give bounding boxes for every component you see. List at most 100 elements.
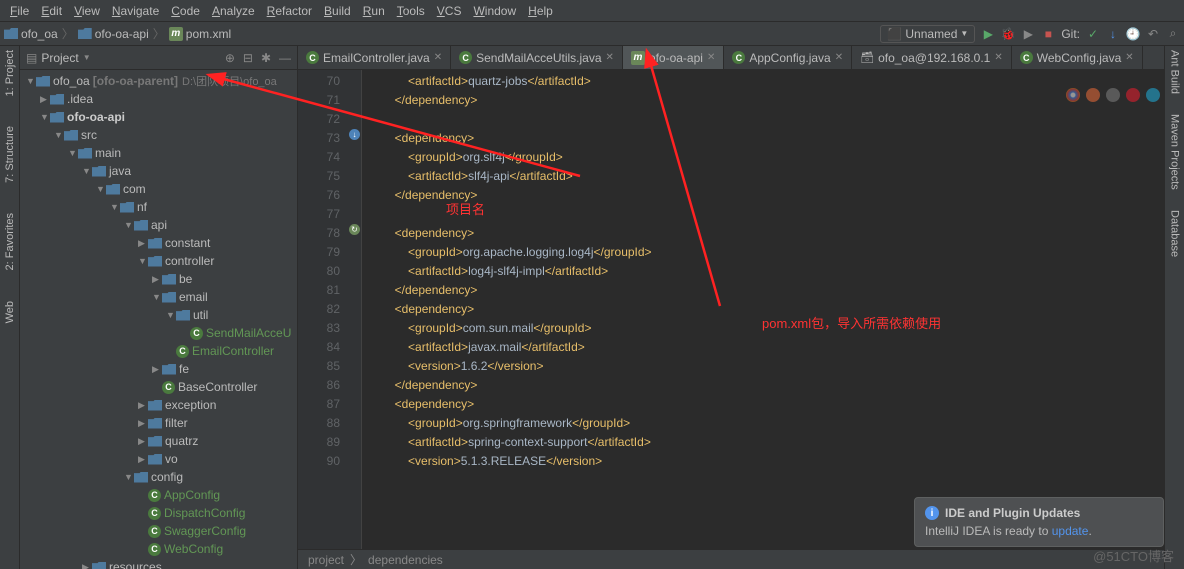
tree-node-basecontroller[interactable]: CBaseController [20,378,297,396]
close-icon[interactable]: ✕ [835,52,843,63]
tab-appconfigjava[interactable]: CAppConfig.java✕ [724,46,852,69]
tree-node-fe[interactable]: ▶fe [20,360,297,378]
tree-node-exception[interactable]: ▶exception [20,396,297,414]
menu-edit[interactable]: Edit [35,4,68,18]
maven-icon: m [169,27,183,41]
debug-icon[interactable]: 🐞 [1001,27,1015,41]
close-icon[interactable]: ✕ [606,52,614,63]
menu-file[interactable]: File [4,4,35,18]
collapse-icon[interactable]: ⊟ [243,51,253,65]
update-link[interactable]: update [1052,524,1089,538]
git-update-icon[interactable]: ↓ [1106,27,1120,41]
tree-node-filter[interactable]: ▶filter [20,414,297,432]
reload-icon[interactable]: ↻ [349,224,360,235]
menu-build[interactable]: Build [318,4,357,18]
menu-vcs[interactable]: VCS [431,4,468,18]
project-tree[interactable]: ▼ofo_oa [ofo-oa-parent]D:\团队项目\ofo_oa▶.i… [20,70,297,569]
tree-node-emailcontroller[interactable]: CEmailController [20,342,297,360]
tree-node-be[interactable]: ▶be [20,270,297,288]
git-revert-icon[interactable]: ↶ [1146,27,1160,41]
code-content[interactable]: <artifactId>quartz-jobs</artifactId> </d… [362,70,1164,549]
tree-node-swaggerconfig[interactable]: CSwaggerConfig [20,522,297,540]
fold-icon[interactable]: ↓ [349,129,360,140]
tool-project[interactable]: 1: Project [4,50,16,96]
tool-mavenprojects[interactable]: Maven Projects [1169,114,1181,190]
git-label: Git: [1061,27,1080,41]
tree-node-email[interactable]: ▼email [20,288,297,306]
code-editor[interactable]: 7071727374757677787980818283848586878889… [298,70,1164,549]
scroll-to-icon[interactable]: ⊕ [225,51,235,65]
tree-node-quatrz[interactable]: ▶quatrz [20,432,297,450]
notification-popup[interactable]: iIDE and Plugin Updates IntelliJ IDEA is… [914,497,1164,547]
tree-node-ofooaapi[interactable]: ▼ofo-oa-api [20,108,297,126]
tree-node-java[interactable]: ▼java [20,162,297,180]
navigation-bar: ofo_oa 〉 ofo-oa-api 〉 mpom.xml ⬛Unnamed▼… [0,22,1184,46]
tool-web[interactable]: Web [4,301,16,323]
nav-root[interactable]: ofo_oa [4,27,58,41]
tree-node-com[interactable]: ▼com [20,180,297,198]
tree-node-resources[interactable]: ▶resources [20,558,297,569]
close-icon[interactable]: ✕ [434,52,442,63]
menu-tools[interactable]: Tools [391,4,431,18]
menu-window[interactable]: Window [467,4,522,18]
menu-run[interactable]: Run [357,4,391,18]
tree-node-idea[interactable]: ▶.idea [20,90,297,108]
tree-node-appconfig[interactable]: CAppConfig [20,486,297,504]
tree-node-webconfig[interactable]: CWebConfig [20,540,297,558]
firefox-icon[interactable] [1086,88,1100,102]
nav-module[interactable]: ofo-oa-api [78,27,149,41]
tree-node-controller[interactable]: ▼controller [20,252,297,270]
tool-structure[interactable]: 7: Structure [4,126,16,183]
tab-sendmailacceutilsjava[interactable]: CSendMailAcceUtils.java✕ [451,46,623,69]
close-icon[interactable]: ✕ [994,52,1002,63]
menu-help[interactable]: Help [522,4,559,18]
tab-emailcontrollerjava[interactable]: CEmailController.java✕ [298,46,451,69]
menu-refactor[interactable]: Refactor [261,4,318,18]
menu-bar: FileEditViewNavigateCodeAnalyzeRefactorB… [0,0,1184,22]
left-tool-stripe: 1: Project 7: Structure 2: Favorites Web [0,46,20,569]
info-icon: i [925,506,939,520]
gear-icon[interactable]: ✱ [261,51,271,65]
tab-ofooa19216801[interactable]: 🗃ofo_oa@192.168.0.1✕ [852,46,1012,69]
tree-node-dispatchconfig[interactable]: CDispatchConfig [20,504,297,522]
tree-node-src[interactable]: ▼src [20,126,297,144]
tree-node-constant[interactable]: ▶constant [20,234,297,252]
hide-icon[interactable]: — [279,51,291,65]
coverage-icon[interactable]: ▶ [1021,27,1035,41]
stop-icon[interactable]: ■ [1041,27,1055,41]
menu-navigate[interactable]: Navigate [106,4,165,18]
run-configuration[interactable]: ⬛Unnamed▼ [880,25,975,43]
chrome-icon[interactable] [1066,88,1080,102]
tree-node-api[interactable]: ▼api [20,216,297,234]
tree-node-util[interactable]: ▼util [20,306,297,324]
breadcrumb[interactable]: project〉dependencies [298,549,1164,569]
tab-ofooaapi[interactable]: mofo-oa-api✕ [623,46,724,69]
nav-file[interactable]: mpom.xml [169,27,231,41]
tool-antbuild[interactable]: Ant Build [1169,50,1181,94]
menu-view[interactable]: View [68,4,106,18]
tree-node-ofooa[interactable]: ▼ofo_oa [ofo-oa-parent]D:\团队项目\ofo_oa [20,72,297,90]
tree-node-nf[interactable]: ▼nf [20,198,297,216]
menu-code[interactable]: Code [165,4,206,18]
tool-favorites[interactable]: 2: Favorites [4,213,16,270]
annotation-pom-desc: pom.xml包，导入所需依赖使用 [762,314,941,333]
close-icon[interactable]: ✕ [707,52,715,63]
search-icon[interactable]: ⌕ [1166,27,1180,41]
safari-icon[interactable] [1106,88,1120,102]
tree-node-vo[interactable]: ▶vo [20,450,297,468]
ie-icon[interactable] [1146,88,1160,102]
run-icon[interactable]: ▶ [981,27,995,41]
tree-node-sendmailacceu[interactable]: CSendMailAcceU [20,324,297,342]
browser-icons[interactable] [1066,88,1160,102]
close-icon[interactable]: ✕ [1125,52,1133,63]
project-tool-window: ▤ Project ▼ ⊕ ⊟ ✱ — ▼ofo_oa [ofo-oa-pare… [20,46,298,569]
tree-node-config[interactable]: ▼config [20,468,297,486]
opera-icon[interactable] [1126,88,1140,102]
tool-database[interactable]: Database [1169,210,1181,257]
tab-webconfigjava[interactable]: CWebConfig.java✕ [1012,46,1143,69]
git-commit-icon[interactable]: ✓ [1086,27,1100,41]
menu-analyze[interactable]: Analyze [206,4,261,18]
git-history-icon[interactable]: 🕘 [1126,27,1140,41]
tree-node-main[interactable]: ▼main [20,144,297,162]
watermark: @51CTO博客 [1093,546,1174,565]
